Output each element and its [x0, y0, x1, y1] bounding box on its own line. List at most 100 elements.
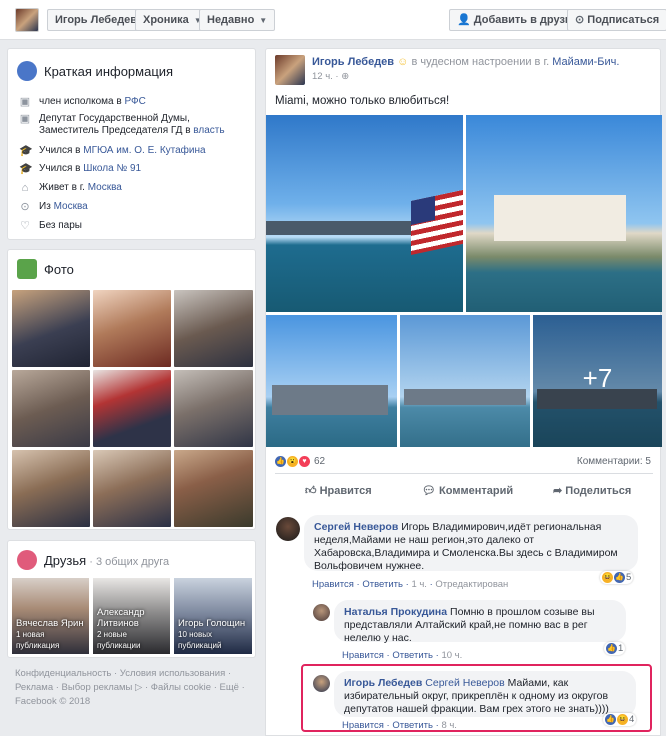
location-pin-icon: ⊙ [20, 201, 30, 213]
footer-links[interactable]: Реклама · Выбор рекламы ▷ · Файлы cookie… [15, 682, 245, 693]
comment-reaction-count: 4 [629, 714, 635, 725]
intro-row-link[interactable]: Москва [88, 182, 122, 193]
comment-like-link[interactable]: Нравится [342, 720, 384, 731]
post-author-avatar[interactable] [275, 55, 305, 85]
comment-avatar[interactable] [276, 517, 300, 541]
post-feeling: в чудесном настроении в г. [411, 56, 550, 68]
chevron-down-icon: ▼ [259, 16, 268, 25]
photo-thumb[interactable] [93, 450, 171, 527]
post-photo[interactable] [466, 115, 662, 312]
post-photo-more[interactable]: +7 [533, 315, 662, 447]
comment-reactions[interactable]: 👍 😆 4 [603, 713, 637, 726]
intro-row-school: 🎓 Учился в Школа № 91 [19, 163, 141, 175]
post-place-link[interactable]: Майами-Бич. [552, 56, 619, 68]
friend-name[interactable]: Игорь Голощин [178, 618, 252, 629]
friend-name[interactable]: Вячеслав Ярин [16, 618, 89, 629]
comment-reactions[interactable]: 😆 👍 5 [600, 571, 634, 584]
rss-icon: ⊙ [575, 14, 585, 26]
like-button[interactable]: 👍︎ Нравится [305, 484, 372, 497]
comment-avatar[interactable] [313, 604, 330, 621]
divider [275, 473, 653, 474]
like-reaction-icon: 👍 [606, 643, 617, 654]
profile-avatar-small[interactable] [15, 8, 39, 32]
timeline-label: Хроника [143, 14, 189, 26]
intro-row-from: ⊙ Из Москва [19, 201, 88, 213]
friend-name[interactable]: Александр Литвинов [97, 607, 170, 629]
intro-row-link[interactable]: власть [193, 125, 224, 136]
post-photo[interactable] [400, 315, 530, 447]
comment-bubble: Наталья Прокудина Помню в прошлом созыве… [334, 600, 626, 644]
comment-mention[interactable]: Сергей Неверов [425, 677, 504, 689]
love-reaction-icon: ♥ [299, 456, 310, 467]
comment-author[interactable]: Игорь Лебедев [344, 677, 422, 689]
friend-meta: 2 новые публикации [97, 630, 141, 650]
recent-dropdown[interactable]: Недавно ▼ [199, 9, 276, 31]
photos-title: Фото [44, 262, 74, 277]
comment-author[interactable]: Сергей Неверов [314, 521, 398, 533]
intro-row-text: Учился в Школа № 91 [39, 163, 142, 174]
mutual-friends-count[interactable]: 3 общих друга [96, 556, 169, 568]
comment-reply-link[interactable]: Ответить [392, 720, 433, 731]
add-friend-icon: 👤 [457, 14, 471, 26]
footer-links[interactable]: Конфиденциальность · Условия использован… [15, 668, 231, 679]
comment-author[interactable]: Наталья Прокудина [344, 606, 447, 618]
intro-row-lives: ⌂ Живет в г. Москва [19, 182, 122, 194]
photo-thumb[interactable] [12, 370, 90, 447]
friend-tile[interactable]: Игорь Голощин 10 новых публикаций [174, 578, 252, 654]
comment-time[interactable]: 10 ч. [441, 650, 462, 661]
comment-reactions[interactable]: 👍 1 [604, 642, 626, 655]
add-friend-button[interactable]: 👤 Добавить в друзья [449, 9, 587, 31]
friends-icon [17, 550, 37, 570]
intro-row-link[interactable]: Школа № 91 [83, 163, 141, 174]
intro-row-text: Без пары [39, 220, 82, 231]
post-author-name[interactable]: Игорь Лебедев [312, 56, 394, 68]
intro-row-link[interactable]: МГЮА им. О. Е. Кутафина [83, 145, 205, 156]
photo-thumb[interactable] [174, 450, 253, 527]
comment-time[interactable]: 8 ч. [441, 720, 457, 731]
comment-actions: Нравится · Ответить · 10 ч. [342, 650, 463, 661]
friend-meta: 10 новых публикаций [178, 630, 222, 650]
comment-edited[interactable]: Отредактирован [435, 579, 508, 590]
comments-count[interactable]: Комментарии: 5 [577, 456, 651, 467]
comment-button[interactable]: 💬︎ Комментарий [422, 484, 513, 497]
smiley-icon: ☺ [397, 56, 409, 68]
intro-row-text: Из Москва [39, 201, 88, 212]
haha-reaction-icon: 😆 [617, 714, 628, 725]
friend-tile[interactable]: Вячеслав Ярин 1 новая публикация [12, 578, 89, 654]
photo-thumb[interactable] [93, 370, 171, 447]
intro-row-link[interactable]: Москва [54, 201, 88, 212]
post-photo[interactable] [266, 115, 463, 312]
post-reactions[interactable]: 👍 😮 ♥ 62 [275, 456, 325, 467]
friend-tile[interactable]: Александр Литвинов 2 новые публикации [93, 578, 170, 654]
comment-actions: Нравится · Ответить · 8 ч. [342, 720, 457, 731]
intro-row-work: ▣ член исполкома в РФС [19, 96, 146, 108]
like-reaction-icon: 👍 [614, 572, 625, 583]
subscribe-label: Подписаться [587, 14, 660, 26]
friends-title[interactable]: Друзья [44, 553, 86, 568]
photo-thumb[interactable] [174, 290, 253, 367]
friends-header: Друзья · 3 общих друга [44, 553, 170, 568]
post-photo[interactable] [266, 315, 397, 447]
intro-row-link[interactable]: РФС [124, 96, 145, 107]
comment-like-link[interactable]: Нравится [342, 650, 384, 661]
home-icon: ⌂ [21, 182, 29, 194]
flag-graphic [411, 189, 463, 255]
globe-icon [17, 61, 37, 81]
subscribe-button[interactable]: ⊙ Подписаться [567, 9, 666, 31]
photo-thumb[interactable] [93, 290, 171, 367]
photo-thumb[interactable] [12, 450, 90, 527]
share-button[interactable]: ➦ Поделиться [553, 484, 631, 497]
comment-avatar[interactable] [313, 675, 330, 692]
photo-thumb[interactable] [12, 290, 90, 367]
villa-graphic [494, 195, 626, 241]
intro-row-text: член исполкома в РФС [39, 96, 146, 107]
comment-reply-link[interactable]: Ответить [362, 579, 403, 590]
globe-icon: ⊕ [341, 71, 350, 82]
comment-reply-link[interactable]: Ответить [392, 650, 433, 661]
comment-like-link[interactable]: Нравится [312, 579, 354, 590]
comment-time[interactable]: 1 ч. [411, 579, 427, 590]
post-header: Игорь Лебедев ☺ в чудесном настроении в … [312, 56, 619, 68]
photo-thumb[interactable] [174, 370, 253, 447]
heart-icon: ♡ [20, 220, 30, 232]
post-time[interactable]: 12 ч. [312, 71, 333, 82]
